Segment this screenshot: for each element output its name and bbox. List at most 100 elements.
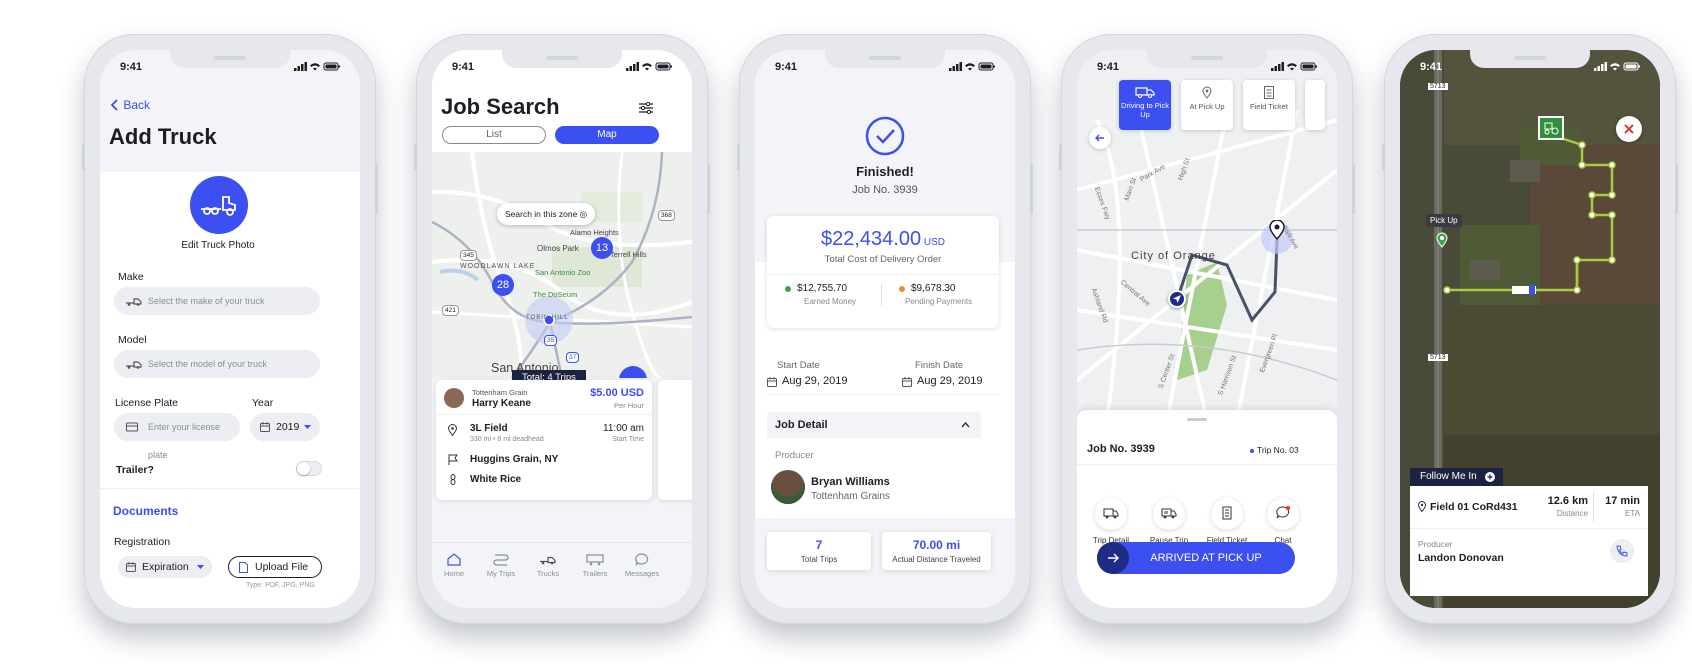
segment-map[interactable]: Map [555,126,659,144]
truck-small-icon [126,298,142,306]
tab-my-trips[interactable]: My Trips [475,553,527,578]
road-badge: 5713 [1428,354,1448,361]
call-button[interactable] [1610,539,1634,563]
trip-dot [1250,449,1254,453]
slide-knob[interactable] [1097,542,1129,574]
road-badge: 35 [544,335,558,346]
road-badge: 421 [442,305,459,316]
close-button[interactable] [1616,116,1642,142]
start-date-label: Start Date [777,360,820,371]
tab-label: Home [443,569,464,578]
model-select[interactable]: Select the model of your truck [114,350,320,378]
step-label: Field Ticket [1250,102,1288,111]
year-select[interactable]: 2019 [250,413,320,441]
trip-number: Trip No. 03 [1257,445,1299,455]
tab-label: My Trips [486,569,516,578]
job-card[interactable]: Tottenham Grain Harry Keane $5.00 USD Pe… [436,380,652,500]
eta-value: 17 min [1605,495,1640,507]
filter-icon[interactable] [639,102,653,114]
field-marker[interactable] [1538,116,1564,140]
driver-name: Harry Keane [472,398,531,409]
upload-file-button[interactable]: Upload File [228,556,322,578]
job-detail-label: Job Detail [775,419,828,431]
field-info-card: Field 01 CoRd431 12.6 km Distance 17 min… [1410,486,1648,596]
vehicle-marker [1168,290,1186,308]
step-field-ticket[interactable]: Field Ticket [1243,80,1295,130]
truck-photo-button[interactable] [190,176,248,234]
total-trips-stat: 7 Total Trips [767,532,871,570]
back-label: Back [123,98,151,112]
grain-icon [450,474,456,485]
screen-trip: City of Orange Park Ave Main St High St … [1077,50,1337,608]
ticket-icon [1222,506,1232,520]
chevron-left-icon [110,99,118,111]
pin-icon [1418,501,1426,512]
cost-card: $22,434.00 USD Total Cost of Delivery Or… [767,216,999,328]
distance-stat: 70.00 mi Actual Distance Traveled [882,532,991,570]
job-number: Job No. 3939 [1087,443,1155,455]
job-card-peek[interactable] [658,380,692,500]
upload-label: Upload File [255,561,309,573]
cluster-marker-28[interactable]: 28 [492,274,514,296]
producer-name: Landon Donovan [1418,552,1504,564]
cluster-marker-13[interactable]: 13 [591,237,613,259]
status-time: 9:41 [1420,61,1443,73]
field-ticket-button[interactable]: Field Ticket [1202,498,1252,545]
page-title: Add Truck [109,124,217,149]
phone-field-map: 5713 5713 Pick Up 9:41 Follow Me In Fiel… [1382,34,1678,624]
job-detail-header[interactable]: Job Detail [767,412,981,438]
status-icons [949,62,995,71]
earned-label: Earned Money [804,297,857,306]
make-select[interactable]: Select the make of your truck [114,287,320,315]
truck-icon [540,556,556,565]
navigation-arrow-icon [1173,295,1181,303]
total-cost: $22,434.00 USD [767,228,999,251]
start-time-label: Start Time [612,436,644,443]
tab-trucks[interactable]: Trucks [522,553,574,578]
crop: White Rice [470,474,522,485]
chat-button[interactable]: Chat [1258,498,1308,545]
arrow-right-icon [1108,553,1119,563]
tab-messages[interactable]: Messages [616,553,668,578]
step-next[interactable] [1305,80,1325,130]
caret-down-icon [197,565,204,569]
back-button[interactable]: Back [110,98,150,112]
page-title: Job Search [441,94,560,119]
follow-me-in-button[interactable]: Follow Me In [1410,468,1503,486]
pending-label: Pending Payments [905,297,973,306]
map-label-zoo: San Antonio Zoo [535,268,591,277]
screen-job-search: 9:41 Job Search List Map WOODLAWN LAKE A… [432,50,692,608]
tab-trailers[interactable]: Trailers [569,553,621,578]
home-icon [447,553,461,566]
expiration-select[interactable]: Expiration [118,556,212,578]
step-at-pickup[interactable]: At Pick Up [1181,80,1233,130]
destination: Huggins Grain, NY [470,454,559,465]
edit-photo-label: Edit Truck Photo [181,240,255,251]
total-amount: $22,434.00 [820,228,922,250]
trailer-toggle[interactable] [296,461,322,476]
currency: USD [923,237,945,248]
plate-input[interactable]: Enter your license plate [114,413,240,460]
card-icon [126,422,138,432]
pause-trip-button[interactable]: Pause Trip [1144,498,1194,545]
search-zone-button[interactable]: Search in this zone ◎ [497,203,596,225]
model-label: Model [118,334,147,346]
status-icons [626,62,672,71]
tab-home[interactable]: Home [432,553,480,578]
step-driving-to-pickup[interactable]: Driving to Pick Up [1119,80,1171,130]
arrived-button[interactable]: ARRIVED AT PICK UP [1097,542,1295,574]
tractor-icon [1544,122,1559,135]
producer-name: Bryan Williams [811,476,890,488]
status-icons [1271,62,1317,71]
status-time: 9:41 [775,61,798,73]
chat-icon [635,553,649,566]
producer-company: Tottenham Grains [811,491,890,502]
sheet-handle[interactable] [1187,418,1207,421]
back-button[interactable] [1089,127,1111,149]
calendar-icon [260,422,270,432]
make-placeholder: Select the make of your truck [148,296,265,306]
segment-list[interactable]: List [442,126,546,144]
documents-heading: Documents [113,504,179,518]
finished-title: Finished! [856,164,914,179]
trip-detail-button[interactable]: Trip Detail [1086,498,1136,545]
